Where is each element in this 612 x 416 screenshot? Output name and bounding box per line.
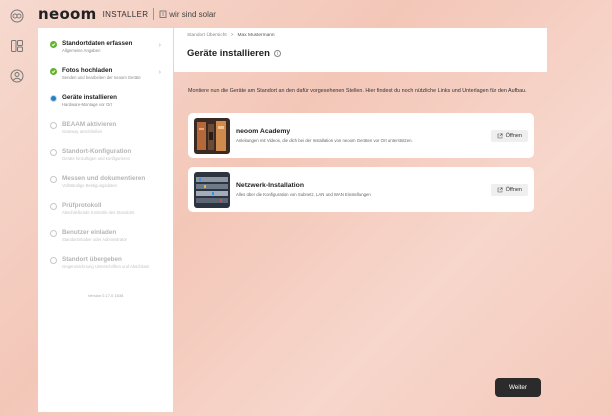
company-selector[interactable]: wir sind solar <box>159 10 216 19</box>
step-title: Standortdaten erfassen <box>62 40 133 47</box>
card-title: Netzwerk-Installation <box>236 182 304 189</box>
step-subtitle: Vollständige Bestigungsdaten <box>62 183 117 188</box>
step-pruefprotokoll: Prüfprotokoll Abschließende Kontrolle des… <box>50 202 163 229</box>
step-subtitle: Hardware-Montage vor Ort <box>62 102 112 107</box>
step-geraete-installieren[interactable]: Geräte installieren Hardware-Montage vor … <box>50 94 163 121</box>
info-icon[interactable]: i <box>273 50 281 57</box>
step-subtitle: Gateway anschließen <box>62 129 103 134</box>
pending-step-icon <box>50 149 57 156</box>
academy-thumbnail <box>194 117 230 154</box>
step-title: Prüfprotokoll <box>62 202 102 209</box>
pending-step-icon <box>50 203 57 210</box>
step-title: Fotos hochladen <box>62 67 113 74</box>
step-title: Standort übergeben <box>62 256 122 263</box>
external-link-icon <box>497 187 503 192</box>
chevron-right-icon: › <box>158 42 161 49</box>
company-name: wir sind solar <box>169 9 216 19</box>
step-title: Benutzer einladen <box>62 229 117 236</box>
building-icon <box>159 10 167 18</box>
step-subtitle: Senden und bearbeiten der neoom Geräte <box>62 75 141 80</box>
icon-rail <box>0 0 34 416</box>
neoom-logo: neoom <box>38 5 97 23</box>
card-title: neoom Academy <box>236 128 291 135</box>
pending-step-icon <box>50 257 57 264</box>
app-label: INSTALLER <box>102 9 149 19</box>
header-divider <box>153 8 155 20</box>
layout-grid-icon[interactable] <box>10 39 24 53</box>
step-standort-uebergeben: Standort übergeben Gegenzeichnung Untersc… <box>50 256 163 283</box>
step-title: Geräte installieren <box>62 94 117 101</box>
page-title-text: Geräte installieren <box>187 48 270 59</box>
step-title: Messen und dokumentieren <box>62 175 146 182</box>
card-subtitle: Alles über die Konfiguration von Subnetz… <box>236 192 371 197</box>
external-link-icon <box>497 133 503 138</box>
intro-text: Montiere nun die Geräte am Standort an d… <box>188 88 527 94</box>
content-header: Standort Übersicht > Max Mustermann Gerä… <box>174 28 547 72</box>
step-title: Standort-Konfiguration <box>62 148 132 155</box>
resource-card-academy: neoom Academy Anleitungen mit Videos, di… <box>188 113 534 158</box>
step-fotos[interactable]: Fotos hochladen Senden und bearbeiten der… <box>50 67 163 94</box>
version-label: Version 0.17.0 1638 <box>87 293 124 298</box>
user-icon[interactable] <box>10 69 24 83</box>
open-network-button[interactable]: Öffnen <box>490 183 528 196</box>
step-standortdaten[interactable]: Standortdaten erfassen Allgemeine Angaben… <box>50 40 163 67</box>
top-bar: neoom INSTALLER wir sind solar <box>38 0 612 28</box>
next-button[interactable]: Weiter <box>495 378 541 397</box>
step-title: BEAAM aktivieren <box>62 121 117 128</box>
card-subtitle: Anleitungen mit Videos, die dich bei der… <box>236 138 413 143</box>
check-icon <box>50 41 57 48</box>
breadcrumb-parent[interactable]: Standort Übersicht <box>187 33 227 38</box>
page-title: Geräte installieren i <box>187 48 534 59</box>
step-subtitle: Abschließende Kontrolle des Standorts <box>62 210 135 215</box>
step-benutzer: Benutzer einladen Standortinhaber oder Ad… <box>50 229 163 256</box>
steps-sidebar: Standortdaten erfassen Allgemeine Angaben… <box>38 28 173 412</box>
step-subtitle: Allgemeine Angaben <box>62 48 101 53</box>
pending-step-icon <box>50 176 57 183</box>
step-beaam: BEAAM aktivieren Gateway anschließen <box>50 121 163 148</box>
logo-mark-icon[interactable] <box>10 9 24 23</box>
network-thumbnail <box>194 171 230 208</box>
open-academy-button[interactable]: Öffnen <box>490 129 528 142</box>
step-subtitle: Geräte hinzufügen und konfigurieren <box>62 156 130 161</box>
step-subtitle: Gegenzeichnung Unterschriften und Abschl… <box>62 264 150 269</box>
breadcrumb-current: Max Mustermann <box>237 33 275 38</box>
open-button-label: Öffnen <box>505 132 522 139</box>
breadcrumb: Standort Übersicht > Max Mustermann <box>187 33 534 38</box>
chevron-right-icon: › <box>158 69 161 76</box>
breadcrumb-separator: > <box>230 33 234 38</box>
check-icon <box>50 68 57 75</box>
pending-step-icon <box>50 230 57 237</box>
active-step-icon <box>50 95 57 102</box>
resource-card-network: Netzwerk-Installation Alles über die Kon… <box>188 167 534 212</box>
step-subtitle: Standortinhaber oder Administrator <box>62 237 127 242</box>
open-button-label: Öffnen <box>505 186 522 193</box>
step-messen: Messen und dokumentieren Vollständige Bes… <box>50 175 163 202</box>
pending-step-icon <box>50 122 57 129</box>
step-standort-konfiguration: Standort-Konfiguration Geräte hinzufügen … <box>50 148 163 175</box>
